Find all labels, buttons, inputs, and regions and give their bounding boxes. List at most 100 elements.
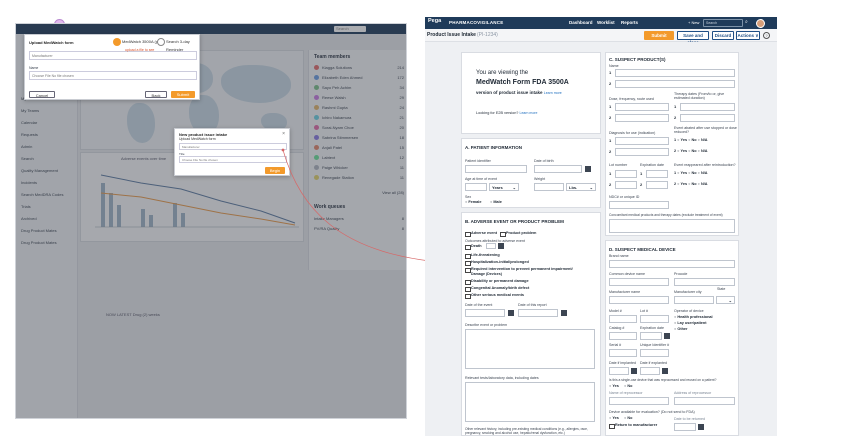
age-input[interactable] bbox=[465, 183, 487, 191]
weight-input[interactable] bbox=[534, 183, 564, 191]
dose-2-input[interactable] bbox=[615, 114, 669, 122]
save-and-close-button[interactable]: Save and close bbox=[677, 31, 709, 45]
concomitant-textarea[interactable] bbox=[609, 219, 735, 233]
serial-input[interactable] bbox=[609, 349, 637, 357]
operator-lay-radio[interactable]: ○ Lay user/patient bbox=[674, 321, 706, 325]
sex-label: Sex bbox=[465, 195, 472, 199]
ndc-input[interactable] bbox=[609, 201, 669, 209]
new-button[interactable]: + New bbox=[688, 20, 699, 25]
product-problem-checkbox[interactable]: Product problem bbox=[500, 231, 536, 237]
intro-card: You are viewing the MedWatch Form FDA 35… bbox=[461, 52, 601, 134]
manufacturer-field[interactable]: Manufacturer bbox=[29, 51, 197, 60]
evaluation-no-radio[interactable]: ○ No bbox=[624, 416, 632, 420]
adverse-event-checkbox[interactable]: Adverse event bbox=[465, 231, 497, 237]
outcome-death-checkbox[interactable]: Death bbox=[465, 244, 482, 250]
therapy-1-input[interactable] bbox=[680, 103, 735, 111]
single-use-yes-radio[interactable]: ○ Yes bbox=[609, 384, 619, 388]
operator-health-radio[interactable]: ○ Health professional bbox=[674, 315, 713, 319]
calendar-icon[interactable] bbox=[508, 310, 514, 316]
returned-date-input[interactable] bbox=[674, 423, 696, 431]
outcome-disability-checkbox[interactable]: Disability or permanent damage bbox=[465, 279, 529, 285]
expiration-1-input[interactable] bbox=[646, 170, 668, 178]
learn-more-link[interactable]: Learn more bbox=[544, 91, 562, 95]
abated-2-radio[interactable]: 2 ○ Yes ○ No ○ N/A bbox=[674, 149, 708, 153]
therapy-2-input[interactable] bbox=[680, 114, 735, 122]
cancel-button[interactable]: Cancel bbox=[29, 91, 55, 98]
model-input[interactable] bbox=[609, 315, 637, 323]
lot-2-input[interactable] bbox=[615, 181, 637, 189]
implanted-input[interactable] bbox=[609, 367, 629, 375]
outcome-intervention-checkbox[interactable]: Required intervention to prevent permane… bbox=[465, 267, 573, 273]
outcome-congenital-checkbox[interactable]: Congenital Anomaly/birth defect bbox=[465, 286, 529, 292]
outcome-other-checkbox[interactable]: Other serious medical events bbox=[465, 293, 524, 299]
product-name-2-input[interactable] bbox=[615, 80, 735, 88]
calendar-icon[interactable] bbox=[698, 424, 704, 430]
reprocessor-name-input[interactable] bbox=[609, 397, 669, 405]
close-icon[interactable]: × bbox=[282, 131, 285, 137]
option-medwatch[interactable]: MedWatch 3500A (pdf) bbox=[113, 38, 163, 46]
patient-identifier-input[interactable] bbox=[465, 165, 527, 173]
date-event-input[interactable] bbox=[465, 309, 505, 317]
sex-male-radio[interactable]: ○ Male bbox=[490, 200, 502, 204]
date-report-input[interactable] bbox=[518, 309, 558, 317]
device-expiration-input[interactable] bbox=[640, 332, 662, 340]
evaluation-yes-radio[interactable]: ○ Yes bbox=[609, 416, 619, 420]
device-lot-input[interactable] bbox=[640, 315, 669, 323]
brand-input[interactable] bbox=[609, 260, 735, 268]
udi-input[interactable] bbox=[640, 349, 669, 357]
submit-button[interactable]: Submit bbox=[171, 91, 195, 98]
calendar-icon[interactable] bbox=[498, 243, 504, 249]
learn-more-e2b-link[interactable]: Learn more bbox=[520, 111, 538, 115]
search-icon[interactable]: ⌕ bbox=[745, 19, 748, 25]
outcome-hospitalization-checkbox[interactable]: Hospitalization-initial/prolonged bbox=[465, 260, 529, 266]
nav-dashboard[interactable]: Dashboard bbox=[569, 20, 593, 25]
file-chooser[interactable]: Choose File No file chosen bbox=[179, 156, 287, 163]
outcome-life-threatening-checkbox[interactable]: Life-threatening bbox=[465, 253, 500, 259]
lot-1-input[interactable] bbox=[615, 170, 637, 178]
dose-1-input[interactable] bbox=[615, 103, 669, 111]
state-select[interactable]: ⌄ bbox=[716, 296, 735, 304]
age-unit-select[interactable]: Years ⌄ bbox=[489, 183, 519, 191]
submit-button[interactable]: Submit bbox=[644, 31, 674, 40]
back-button[interactable]: Back bbox=[145, 91, 167, 98]
diagnosis-1-input[interactable] bbox=[615, 137, 669, 145]
mfr-name-input[interactable] bbox=[609, 296, 669, 304]
calendar-icon[interactable] bbox=[585, 166, 591, 172]
dob-input[interactable] bbox=[534, 165, 582, 173]
mfr-city-input[interactable] bbox=[674, 296, 714, 304]
discard-button[interactable]: Discard bbox=[712, 31, 734, 40]
calendar-icon[interactable] bbox=[631, 368, 637, 374]
operator-other-radio[interactable]: ○ Other bbox=[674, 327, 688, 331]
manufacturer-field[interactable]: Manufacturer bbox=[179, 143, 287, 150]
death-date-input[interactable] bbox=[486, 243, 496, 249]
nav-reports[interactable]: Reports bbox=[621, 20, 638, 25]
calendar-icon[interactable] bbox=[662, 368, 668, 374]
search-input[interactable]: Search bbox=[703, 19, 743, 27]
help-icon[interactable]: ? bbox=[763, 32, 770, 39]
reprocessor-address-input[interactable] bbox=[674, 397, 735, 405]
begin-button[interactable]: Begin bbox=[265, 167, 285, 174]
calendar-icon[interactable] bbox=[561, 310, 567, 316]
tests-textarea[interactable] bbox=[465, 382, 595, 422]
diagnosis-2-input[interactable] bbox=[615, 148, 669, 156]
file-chooser[interactable]: Choose File No file chosen bbox=[29, 71, 197, 80]
single-use-no-radio[interactable]: ○ No bbox=[624, 384, 632, 388]
actions-button[interactable]: Actions ∨ bbox=[736, 31, 760, 40]
reappeared-2-radio[interactable]: 2 ○ Yes ○ No ○ N/A bbox=[674, 182, 708, 186]
return-manufacturer-checkbox[interactable]: Return to manufacturer bbox=[609, 423, 657, 429]
option-reminder[interactable]: Search 3-day Reminder bbox=[157, 38, 199, 52]
calendar-icon[interactable] bbox=[664, 333, 670, 339]
common-name-input[interactable] bbox=[609, 278, 669, 286]
weight-unit-select[interactable]: Lbs. ⌄ bbox=[566, 183, 596, 191]
sex-female-radio[interactable]: ○ Female bbox=[465, 200, 481, 204]
abated-1-radio[interactable]: 1 ○ Yes ○ No ○ N/A bbox=[674, 138, 708, 142]
procode-input[interactable] bbox=[674, 278, 735, 286]
expiration-2-input[interactable] bbox=[646, 181, 668, 189]
catalog-input[interactable] bbox=[609, 332, 637, 340]
nav-worklist[interactable]: Worklist bbox=[597, 20, 615, 25]
reappeared-1-radio[interactable]: 1 ○ Yes ○ No ○ N/A bbox=[674, 171, 708, 175]
describe-textarea[interactable] bbox=[465, 329, 595, 369]
user-avatar[interactable] bbox=[756, 18, 765, 28]
product-name-1-input[interactable] bbox=[615, 69, 735, 77]
explanted-input[interactable] bbox=[640, 367, 660, 375]
